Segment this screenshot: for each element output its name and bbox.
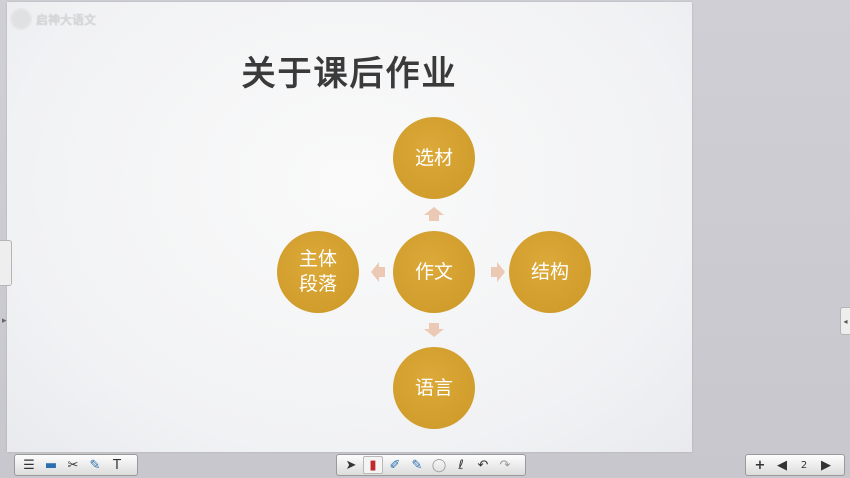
screen-icon[interactable]: ▬ xyxy=(41,456,61,474)
arrow-down-icon xyxy=(424,323,444,337)
node-material: 选材 xyxy=(393,117,475,199)
arrow-up-icon xyxy=(424,207,444,221)
pen-icon[interactable]: ✎ xyxy=(85,456,105,474)
watermark-text: 启神大语文 xyxy=(36,12,97,27)
text-icon[interactable]: T xyxy=(107,456,127,474)
marker-icon[interactable]: ▮ xyxy=(363,456,383,474)
next-page-icon[interactable]: ▶ xyxy=(816,456,836,474)
brush-icon[interactable]: ✐ xyxy=(385,456,405,474)
highlighter-icon[interactable]: ✎ xyxy=(407,456,427,474)
menu-icon[interactable]: ☰ xyxy=(19,456,39,474)
toolbar-center: ➤ ▮ ✐ ✎ ◯ ℓ ↶ ↷ xyxy=(336,454,526,476)
pointer-icon[interactable]: ➤ xyxy=(341,456,361,474)
page-count-badge: 2 xyxy=(800,459,808,471)
node-language: 语言 xyxy=(393,347,475,429)
watermark-logo-icon xyxy=(10,8,32,30)
right-panel-tab[interactable]: ◂ xyxy=(840,307,850,335)
redo-icon[interactable]: ↷ xyxy=(495,456,515,474)
node-structure: 结构 xyxy=(509,231,591,313)
lasso-icon[interactable]: ℓ xyxy=(451,456,471,474)
watermark: 启神大语文 xyxy=(10,8,96,30)
toolbar-right: + ◀ 2 ▶ xyxy=(745,454,845,476)
slide-title: 关于课后作业 xyxy=(241,54,458,94)
arrow-left-icon xyxy=(371,262,385,282)
screen: 关于课后作业 选材 作文 结构 语言 主体 段落 启神大语文 ▸ ◂ ☰ ▬ ✂… xyxy=(0,0,850,478)
presentation-slide: 关于课后作业 选材 作文 结构 语言 主体 段落 xyxy=(7,2,692,452)
node-body-paragraph: 主体 段落 xyxy=(277,231,359,313)
toolbar-left: ☰ ▬ ✂ ✎ T xyxy=(14,454,138,476)
add-page-icon[interactable]: + xyxy=(750,456,770,474)
prev-page-icon[interactable]: ◀ xyxy=(772,456,792,474)
eraser-icon[interactable]: ◯ xyxy=(429,456,449,474)
left-panel-tab[interactable] xyxy=(0,240,12,286)
page-count-icon[interactable]: 2 xyxy=(794,456,814,474)
arrow-right-icon xyxy=(491,262,505,282)
tools-icon[interactable]: ✂ xyxy=(63,456,83,474)
node-composition: 作文 xyxy=(393,231,475,313)
expand-left-icon[interactable]: ▸ xyxy=(2,316,7,326)
undo-icon[interactable]: ↶ xyxy=(473,456,493,474)
